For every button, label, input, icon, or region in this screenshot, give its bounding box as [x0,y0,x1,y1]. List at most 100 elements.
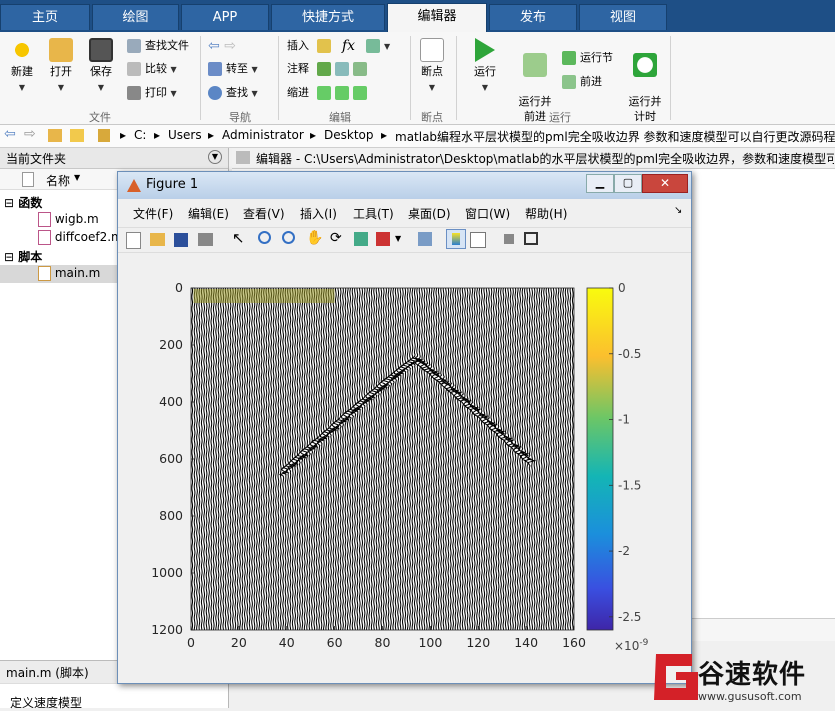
function-icon [366,39,380,53]
advance-icon [562,75,576,89]
fx-button[interactable]: fx [342,37,355,55]
list-item[interactable]: wigb.m [38,212,99,227]
print-button[interactable]: 打印 ▼ [127,84,177,102]
zoom-in-icon[interactable] [258,231,271,244]
rotate-icon[interactable]: ⟳ [330,230,342,246]
menu-window[interactable]: 窗口(W) [465,205,510,222]
menu-edit[interactable]: 编辑(E) [188,205,229,222]
panel-actions-icon[interactable]: ▼ [208,150,222,164]
hide-tools-icon[interactable] [504,234,514,244]
path-segment[interactable]: C: [134,128,146,142]
print-icon[interactable] [198,233,213,246]
open-file-icon[interactable] [150,233,165,246]
x-tick-label: 120 [466,635,490,650]
group-functions[interactable]: ⊟ 函数 [4,194,42,211]
current-folder-path-bar[interactable]: ⇦ ⇨ ▸ C: ▸ Users ▸ Administrator ▸ Deskt… [0,125,835,148]
y-tick-label: 400 [159,394,183,409]
close-button[interactable]: ✕ [642,174,688,193]
tab-apps[interactable]: APP [181,4,269,30]
menu-file[interactable]: 文件(F) [133,205,173,222]
up-folder-icon[interactable] [48,129,62,142]
seismic-trace [279,287,282,631]
minimize-button[interactable]: ▁ [586,174,614,193]
list-item[interactable]: diffcoef2.m [38,230,123,245]
dock-arrow-icon[interactable]: ↘ [674,205,682,216]
x-tick-label: 160 [562,635,586,650]
menu-help[interactable]: 帮助(H) [525,205,567,222]
path-segment[interactable]: Administrator [222,128,304,142]
group-scripts[interactable]: ⊟ 脚本 [4,248,42,265]
save-icon[interactable] [174,233,188,247]
brush-icon[interactable] [376,232,390,246]
indent-icon [334,86,349,100]
colorbar[interactable]: 0-0.5-1-1.5-2-2.5 ×10-9 [586,281,649,653]
run-icon [475,38,495,62]
tab-home[interactable]: 主页 [0,4,90,30]
pointer-icon[interactable]: ↖ [232,229,245,247]
x-tick-label: 140 [514,635,538,650]
figure-window[interactable]: Figure 1 ▁ ▢ ✕ 文件(F) 编辑(E) 查看(V) 插入(I) 工… [117,171,692,684]
dock-icon[interactable] [524,232,538,245]
find-button[interactable]: 查找 ▼ [208,84,258,102]
link-icon[interactable] [418,232,432,246]
menu-tools[interactable]: 工具(T) [353,205,394,222]
data-cursor-icon[interactable] [354,232,368,246]
new-button[interactable]: 新建 ▼ [6,38,38,95]
maximize-button[interactable]: ▢ [614,174,642,193]
menu-desktop[interactable]: 桌面(D) [408,205,451,222]
seismic-trace [550,287,553,631]
y-tick-label: 1200 [151,622,183,637]
figure-menu-bar: 文件(F) 编辑(E) 查看(V) 插入(I) 工具(T) 桌面(D) 窗口(W… [118,202,691,224]
back-arrow-icon[interactable]: ⇦ [4,126,16,142]
browse-folder-icon[interactable] [70,129,84,142]
figure-toolbar: ↖ ✋ ⟳ ▼ [118,227,691,253]
seismic-trace [208,287,210,631]
group-edit-label: 编辑 [329,111,351,124]
indent-button[interactable]: 缩进 [287,84,371,102]
comment-button[interactable]: 注释 [287,60,371,78]
brush-dropdown-icon[interactable]: ▼ [395,234,401,243]
goto-icon [208,62,222,76]
function-browser-button[interactable]: ▼ [366,37,390,55]
figure-title-bar[interactable]: Figure 1 ▁ ▢ ✕ [118,172,691,199]
run-section-button[interactable]: 运行节 [562,49,613,67]
forward-arrow-icon[interactable]: ⇨ [24,126,36,142]
path-segment[interactable]: Users [168,128,202,142]
advance-button[interactable]: 前进 [562,73,602,91]
seismic-plot[interactable]: 0 20 40 60 80 100 120 140 160 0 200 400 600 800 1000 1… [118,252,691,682]
tab-view[interactable]: 视图 [579,4,667,30]
colorbar-gradient [586,287,614,631]
colorbar-toggle[interactable] [446,229,466,249]
compare-button[interactable]: 比较 ▼ [127,60,177,78]
list-item-label: main.m [54,266,101,280]
save-button[interactable]: 保存 ▼ [84,38,118,95]
tab-plots[interactable]: 绘图 [92,4,179,30]
breakpoint-icon [420,38,444,62]
goto-button[interactable]: 转至 ▼ [208,60,258,78]
path-segment[interactable]: Desktop [324,128,374,142]
wrap-comment-icon [352,62,367,76]
breakpoints-button[interactable]: 断点 ▼ [415,38,449,95]
seismic-trace [227,287,229,630]
editor-status-strip [692,618,835,641]
nav-back-forward[interactable]: ⇦ ⇨ [208,37,236,55]
tab-shortcuts[interactable]: 快捷方式 [271,4,385,30]
pan-icon[interactable]: ✋ [306,230,323,246]
figure-title: Figure 1 [146,177,199,192]
menu-insert[interactable]: 插入(I) [300,205,337,222]
insert-button[interactable]: 插入 [287,37,335,55]
run-time-button[interactable]: 运行并 计时 [622,38,668,124]
zoom-out-icon[interactable] [282,231,295,244]
clock-icon [633,53,657,77]
tab-publish[interactable]: 发布 [489,4,577,30]
legend-icon[interactable] [470,232,486,248]
group-breakpoints-label: 断点 [421,111,443,124]
open-button[interactable]: 打开 ▼ [44,38,78,95]
new-figure-icon[interactable] [126,232,141,249]
find-files-button[interactable]: 查找文件 [127,37,189,55]
tab-editor[interactable]: 编辑器 [387,3,487,32]
path-segment[interactable]: matlab编程水平层状模型的pml完全吸收边界 参数和速度模型可以自行更改源码… [395,128,835,145]
run-button[interactable]: 运行 ▼ [466,38,504,95]
menu-view[interactable]: 查看(V) [243,205,285,222]
watermark-url: www.gususoft.com [698,690,802,703]
